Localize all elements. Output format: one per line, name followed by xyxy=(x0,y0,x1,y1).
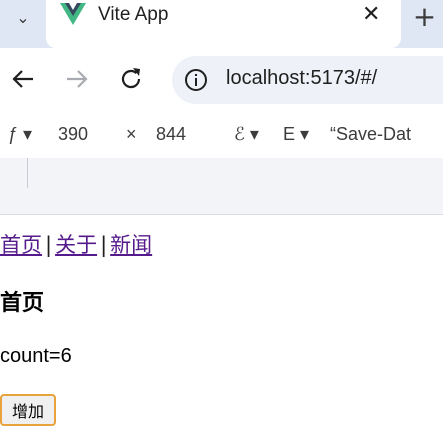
nav-separator: | xyxy=(100,233,108,257)
site-info-icon[interactable] xyxy=(184,68,208,92)
page-title: 首页 xyxy=(0,291,45,316)
nav-links: 首页 | 关于 | 新闻 xyxy=(0,229,152,259)
nav-separator: | xyxy=(45,233,53,257)
nav-link-home[interactable]: 首页 xyxy=(0,233,42,257)
ruler-divider xyxy=(27,158,28,188)
times-icon: × xyxy=(126,124,137,144)
vue-logo-icon xyxy=(60,3,86,25)
close-tab-icon[interactable]: ✕ xyxy=(362,2,380,27)
address-bar[interactable]: localhost:5173/#/ xyxy=(172,56,443,104)
save-data-select[interactable]: “Save-Dat xyxy=(330,124,411,145)
tab-title: Vite App xyxy=(98,4,169,25)
zoom-select[interactable]: ℰ ▾ xyxy=(234,124,259,145)
back-arrow-icon[interactable] xyxy=(8,64,38,94)
browser-tab[interactable]: Vite App ✕ xyxy=(46,0,401,48)
viewport-width-input[interactable]: 390 xyxy=(58,124,88,145)
chevron-down-icon: ⌄ xyxy=(16,7,30,27)
tab-strip: ⌄ Vite App ✕ + xyxy=(0,0,443,48)
nav-link-about[interactable]: 关于 xyxy=(55,233,97,257)
throttle-select[interactable]: Ε ▾ xyxy=(283,124,309,145)
increment-button[interactable]: 增加 xyxy=(0,394,56,426)
new-tab-button[interactable]: + xyxy=(406,0,443,34)
reload-icon[interactable] xyxy=(116,64,146,94)
device-ruler xyxy=(0,158,443,215)
browser-toolbar: localhost:5173/#/ xyxy=(0,48,443,112)
count-display: count=6 xyxy=(0,345,72,367)
device-toolbar: ƒ ▾ 390 × 844 ℰ ▾ Ε ▾ “Save-Dat xyxy=(0,112,443,158)
viewport-height-input[interactable]: 844 xyxy=(156,124,186,145)
device-select[interactable]: ƒ ▾ xyxy=(8,124,32,145)
forward-arrow-icon[interactable] xyxy=(62,64,92,94)
url-text[interactable]: localhost:5173/#/ xyxy=(226,67,377,90)
nav-link-news[interactable]: 新闻 xyxy=(110,233,152,257)
tab-search-dropdown[interactable]: ⌄ xyxy=(0,0,46,34)
plus-icon: + xyxy=(412,0,437,33)
